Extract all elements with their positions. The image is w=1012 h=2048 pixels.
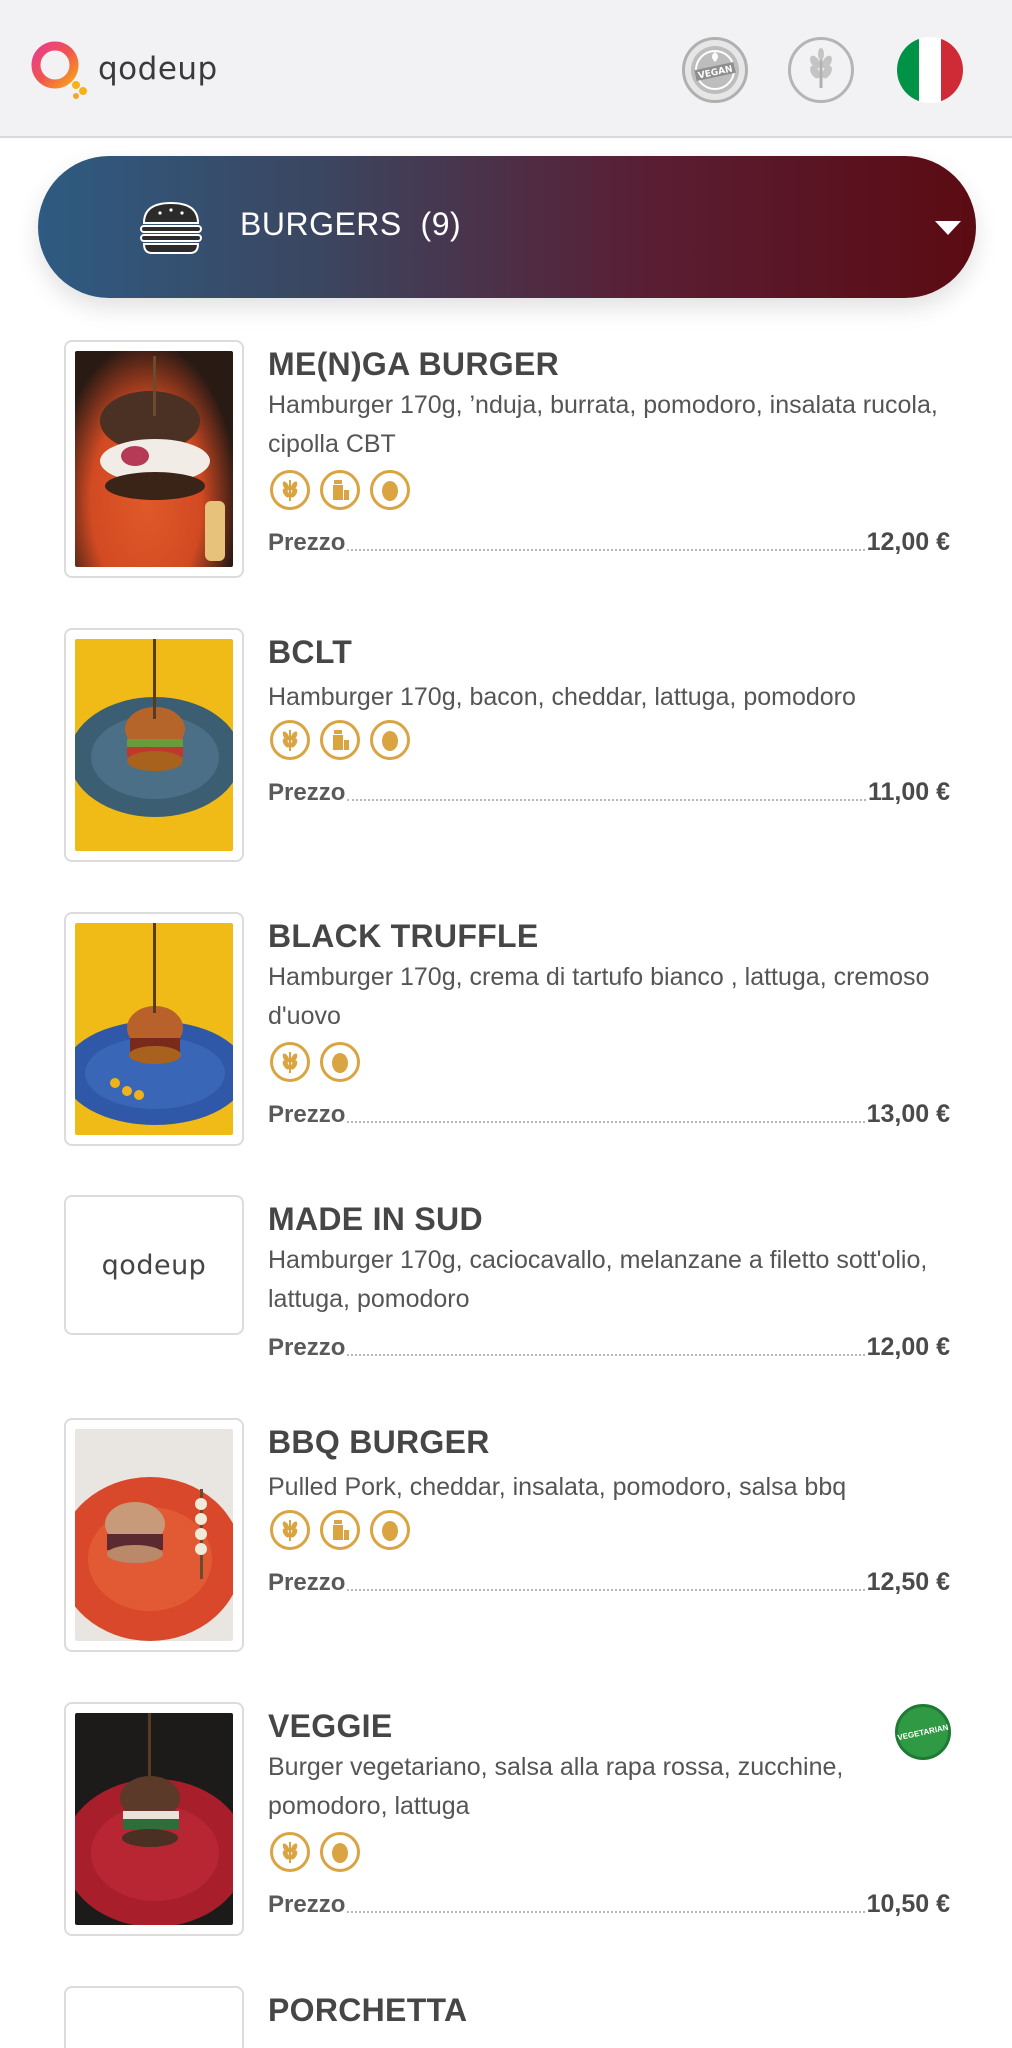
gluten-icon — [270, 1832, 310, 1872]
menu-item-image[interactable] — [64, 1418, 244, 1652]
egg-icon — [320, 1832, 360, 1872]
burger-icon — [140, 201, 202, 254]
milk-icon — [320, 470, 360, 510]
gluten-icon — [270, 1510, 310, 1550]
menu-item-price: 13,00 € — [866, 1100, 950, 1128]
egg-icon — [370, 470, 410, 510]
qodeup-logo-icon — [31, 41, 87, 99]
price-row: Prezzo 13,00 € — [268, 1100, 950, 1129]
menu-item-price: 12,00 € — [866, 528, 950, 556]
menu-item-image[interactable] — [64, 912, 244, 1146]
burger-photo — [100, 356, 225, 561]
gluten-icon — [270, 720, 310, 760]
language-selector-italian[interactable] — [897, 37, 963, 103]
category-title: BURGERS (9) — [240, 206, 461, 243]
allergen-list — [270, 1510, 410, 1550]
price-row: Prezzo 12,00 € — [268, 528, 950, 557]
menu-item-name: VEGGIE — [268, 1708, 393, 1744]
price-label: Prezzo — [268, 1891, 346, 1918]
category-count: (9) — [420, 206, 462, 242]
menu-item-name: MADE IN SUD — [268, 1201, 483, 1237]
price-label: Prezzo — [268, 529, 346, 556]
menu-item-name: ME(N)GA BURGER — [268, 346, 559, 382]
gluten-icon — [270, 470, 310, 510]
menu-item-description: Hamburger 170g, bacon, cheddar, lattuga,… — [268, 683, 856, 711]
egg-icon — [370, 1510, 410, 1550]
burger-photo — [75, 1713, 233, 1925]
wheat-icon — [810, 48, 832, 88]
gluten-free-filter-button[interactable] — [788, 37, 854, 103]
menu-item-image[interactable] — [64, 340, 244, 578]
menu-item-image[interactable] — [64, 1986, 244, 2048]
menu-item-name: BCLT — [268, 634, 353, 670]
price-dots — [347, 1354, 865, 1356]
menu-item-description: Hamburger 170g, crema di tartufo bianco … — [268, 963, 930, 1030]
menu-item-description: Burger vegetariano, salsa alla rapa ross… — [268, 1753, 844, 1820]
menu-item-description: Hamburger 170g, caciocavallo, melanzane … — [268, 1246, 928, 1313]
egg-icon — [370, 720, 410, 760]
menu-item-name: BLACK TRUFFLE — [268, 918, 539, 954]
menu-item-price: 11,00 € — [867, 778, 950, 806]
price-label: Prezzo — [268, 1334, 346, 1361]
price-label: Prezzo — [268, 779, 346, 806]
price-row: Prezzo 10,50 € — [268, 1890, 950, 1919]
allergen-list — [270, 720, 410, 760]
menu-item-image[interactable]: qodeup — [64, 1195, 244, 1335]
price-row: Prezzo 12,00 € — [268, 1333, 950, 1362]
italy-flag-icon — [897, 37, 963, 103]
thumb-placeholder-logo: qodeup — [101, 1249, 207, 1281]
burger-photo — [75, 639, 233, 817]
vegetarian-badge-text: VEGETARIAN — [896, 1722, 950, 1742]
menu-item-price: 10,50 € — [866, 1890, 950, 1918]
gluten-icon — [270, 1042, 310, 1082]
price-dots — [347, 799, 866, 801]
price-dots — [347, 549, 865, 551]
vegan-filter-button[interactable]: VEGAN — [682, 37, 748, 103]
brand-name: qodeup — [98, 51, 218, 87]
price-label: Prezzo — [268, 1101, 346, 1128]
price-label: Prezzo — [268, 1569, 346, 1596]
egg-icon — [320, 1042, 360, 1082]
burger-photo — [75, 1477, 233, 1641]
price-row: Prezzo 11,00 € — [268, 778, 950, 807]
category-selector[interactable]: BURGERS (9) — [38, 156, 976, 298]
allergen-list — [270, 1042, 360, 1082]
price-row: Prezzo 12,50 € — [268, 1568, 950, 1597]
chevron-down-icon[interactable] — [935, 221, 961, 235]
brand-logo[interactable]: qodeup — [28, 38, 218, 100]
app-header: qodeup VEGAN — [0, 0, 1012, 138]
burger-photo — [75, 923, 233, 1125]
menu-item-price: 12,50 € — [866, 1568, 950, 1596]
menu-item-description: Pulled Pork, cheddar, insalata, pomodoro… — [268, 1473, 847, 1501]
price-dots — [347, 1911, 865, 1913]
menu-item-image[interactable] — [64, 1702, 244, 1936]
menu-item-name: BBQ BURGER — [268, 1424, 490, 1460]
price-dots — [347, 1589, 865, 1591]
milk-icon — [320, 1510, 360, 1550]
milk-icon — [320, 720, 360, 760]
vegan-icon: VEGAN — [691, 46, 739, 94]
allergen-list — [270, 470, 410, 510]
menu-item-name: PORCHETTA — [268, 1992, 468, 2028]
category-name: BURGERS — [240, 206, 402, 242]
price-dots — [347, 1121, 865, 1123]
allergen-list — [270, 1832, 360, 1872]
menu-item-price: 12,00 € — [866, 1333, 950, 1361]
menu-item-description: Hamburger 170g, ’nduja, burrata, pomodor… — [268, 391, 938, 458]
menu-item-image[interactable] — [64, 628, 244, 862]
